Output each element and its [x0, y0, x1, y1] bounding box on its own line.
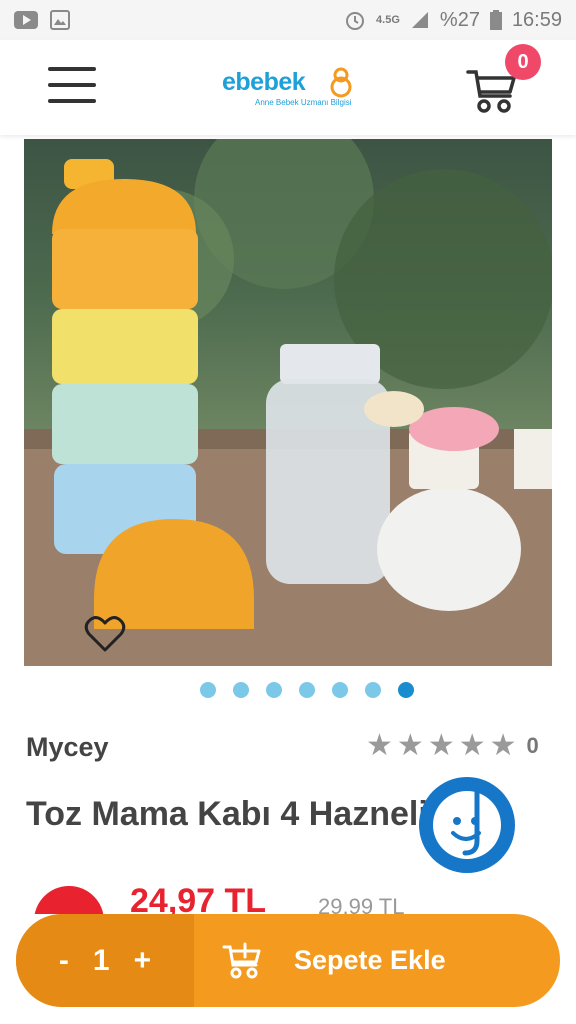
increase-quantity-button[interactable]: +: [134, 944, 152, 978]
star-icon: ★: [458, 729, 486, 762]
battery-percent: %27: [439, 8, 480, 31]
star-icon: ★: [396, 729, 424, 762]
alarm-icon: [346, 12, 365, 30]
gallery-dot[interactable]: [266, 682, 282, 698]
signal-icon: [411, 12, 428, 28]
add-to-cart-label: Sepete Ekle: [294, 945, 446, 975]
app-header: ebebek Anne Bebek Uzmanı Bilgisi: [0, 40, 576, 135]
status-time: 16:59: [511, 8, 562, 31]
cart-count-badge[interactable]: 0: [505, 44, 541, 80]
gallery-dot-active[interactable]: [398, 682, 414, 698]
chat-button[interactable]: [419, 777, 515, 873]
ebebek-logo[interactable]: ebebek Anne Bebek Uzmanı Bilgisi: [222, 64, 362, 114]
gallery-dot[interactable]: [332, 682, 348, 698]
hamburger-icon[interactable]: [48, 67, 96, 107]
quantity-stepper: - 1 +: [16, 914, 194, 1007]
heart-icon[interactable]: [84, 614, 126, 654]
gallery-dot[interactable]: [200, 682, 216, 698]
product-old-price: 29,99 TL: [318, 894, 405, 914]
battery-icon: [489, 10, 502, 30]
gallery-dot[interactable]: [233, 682, 249, 698]
status-bar: 4.5G %27 16:59: [0, 0, 576, 40]
gallery-dot[interactable]: [365, 682, 381, 698]
gallery-dot[interactable]: [299, 682, 315, 698]
chat-smile-icon: [433, 788, 501, 859]
logo-tagline: Anne Bebek Uzmanı Bilgisi: [255, 98, 352, 107]
discount-badge: [34, 886, 104, 914]
star-icon: ★: [366, 729, 393, 762]
add-to-cart-bar: - 1 + Sepete Ekle: [16, 914, 560, 1007]
product-rating[interactable]: ★ ★ ★ ★ ★ 0: [366, 731, 539, 761]
quantity-value: 1: [92, 943, 110, 977]
status-left-icons: [14, 10, 70, 30]
product-title: Toz Mama Kabı 4 Hazneli: [26, 795, 428, 833]
star-icon: ★: [489, 729, 517, 762]
gallery-dots: [200, 682, 414, 698]
product-photo: [24, 139, 552, 666]
youtube-icon: [14, 11, 38, 29]
product-brand[interactable]: Mycey: [26, 732, 109, 763]
network-type: 4.5G: [376, 14, 400, 26]
logo-text: ebebek: [222, 68, 306, 96]
logo-mark-icon: [330, 67, 352, 98]
add-to-cart-button[interactable]: Sepete Ekle: [194, 914, 560, 1007]
price-area: 24,97 TL 29,99 TL: [26, 880, 546, 914]
product-price: 24,97 TL: [130, 882, 267, 914]
rating-count: 0: [526, 733, 539, 758]
cart-icon: [222, 942, 261, 978]
decrease-quantity-button[interactable]: -: [59, 944, 69, 978]
product-image[interactable]: [24, 139, 552, 666]
status-right: 4.5G %27 16:59: [344, 9, 562, 32]
star-icon: ★: [427, 729, 455, 762]
gallery-icon: [50, 10, 70, 30]
